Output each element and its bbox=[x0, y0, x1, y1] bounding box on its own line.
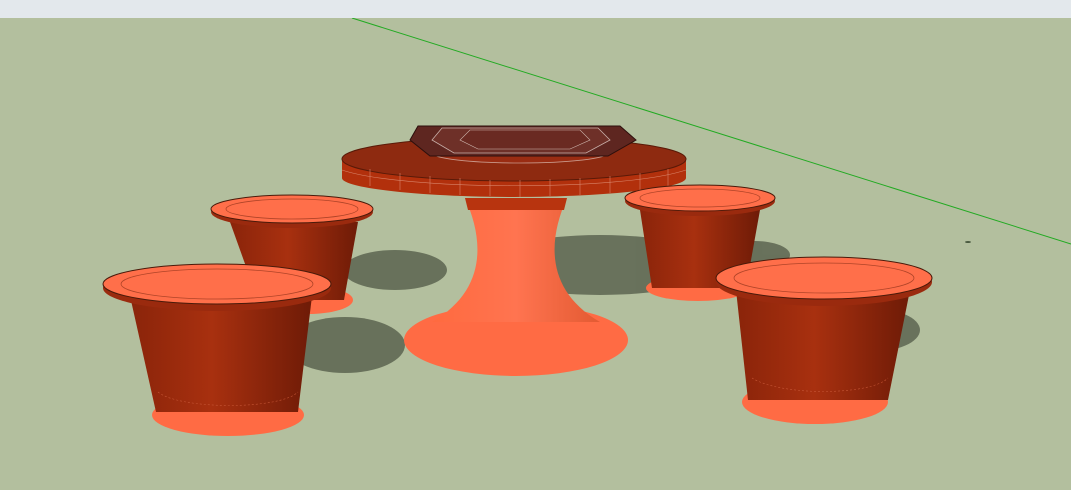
scene-canvas[interactable] bbox=[0, 18, 1071, 490]
hex-center-panel bbox=[409, 125, 637, 157]
stool-front-right[interactable] bbox=[715, 256, 933, 424]
ground-marker bbox=[965, 241, 971, 243]
stool-front-left[interactable] bbox=[102, 263, 332, 436]
3d-viewport[interactable] bbox=[0, 18, 1071, 490]
top-toolbar-strip bbox=[0, 0, 1071, 19]
